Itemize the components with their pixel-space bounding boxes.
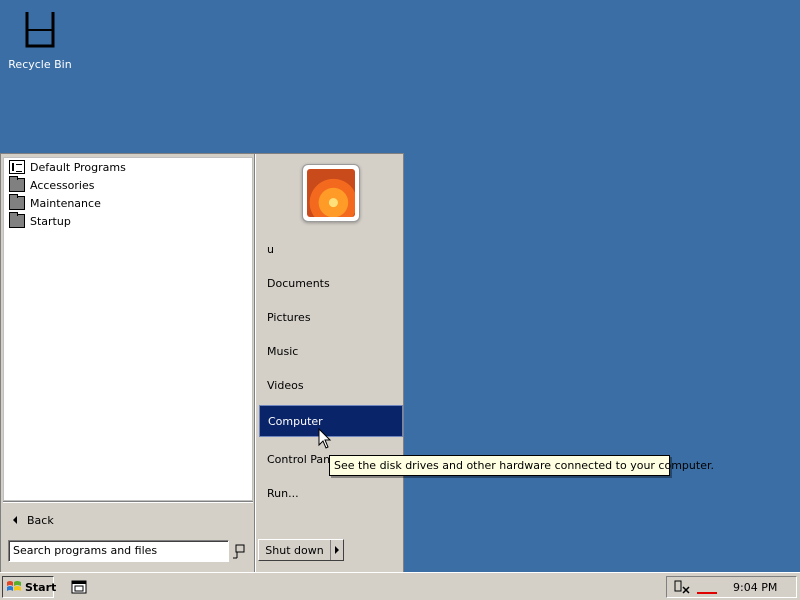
pane-separator bbox=[254, 154, 256, 573]
shutdown-button[interactable]: Shut down bbox=[258, 539, 344, 561]
back-arrow-icon bbox=[13, 516, 17, 524]
recycle-bin-icon bbox=[8, 8, 72, 52]
pictures-link[interactable]: Pictures bbox=[259, 301, 403, 333]
program-label: Maintenance bbox=[30, 196, 101, 210]
taskbar: Start 9:04 PM bbox=[0, 572, 800, 600]
start-button[interactable]: Start bbox=[2, 576, 57, 598]
videos-link[interactable]: Videos bbox=[259, 369, 403, 401]
volume-icon[interactable] bbox=[697, 580, 717, 594]
search-input[interactable]: Search programs and files bbox=[8, 540, 229, 562]
start-label: Start bbox=[25, 580, 57, 594]
right-item-label: Music bbox=[267, 344, 299, 358]
program-item-startup[interactable]: Startup bbox=[4, 212, 252, 230]
mouse-cursor-icon bbox=[318, 427, 332, 453]
program-item-maintenance[interactable]: Maintenance bbox=[4, 194, 252, 212]
back-button[interactable]: Back bbox=[3, 505, 253, 535]
show-desktop-icon[interactable] bbox=[70, 578, 88, 596]
folder-icon bbox=[9, 194, 25, 210]
search-placeholder: Search programs and files bbox=[13, 544, 158, 557]
windows-logo-icon bbox=[6, 580, 22, 594]
desktop-icon-recycle-bin[interactable]: Recycle Bin bbox=[8, 8, 72, 71]
program-label: Startup bbox=[30, 214, 71, 228]
back-label: Back bbox=[27, 513, 54, 527]
user-folder-link[interactable]: u bbox=[259, 233, 403, 265]
programs-list: Default Programs Accessories Maintenance… bbox=[3, 157, 253, 501]
search-icon[interactable] bbox=[232, 543, 246, 559]
right-item-label: Documents bbox=[267, 276, 330, 290]
start-menu: Default Programs Accessories Maintenance… bbox=[0, 153, 404, 573]
program-label: Default Programs bbox=[30, 160, 126, 174]
run-link[interactable]: Run... bbox=[259, 477, 403, 509]
program-item-accessories[interactable]: Accessories bbox=[4, 176, 252, 194]
right-item-label: Computer bbox=[268, 414, 323, 428]
right-item-label: Videos bbox=[267, 378, 304, 392]
chevron-right-icon bbox=[335, 546, 339, 554]
shutdown-options-button[interactable] bbox=[331, 540, 343, 560]
divider bbox=[3, 501, 253, 503]
folder-icon bbox=[9, 176, 25, 192]
right-item-label: Pictures bbox=[267, 310, 311, 324]
user-avatar[interactable] bbox=[302, 164, 360, 222]
music-link[interactable]: Music bbox=[259, 335, 403, 367]
folder-icon bbox=[9, 212, 25, 228]
program-item-default-programs[interactable]: Default Programs bbox=[4, 158, 252, 176]
desktop-icon-label: Recycle Bin bbox=[8, 58, 72, 71]
tooltip: See the disk drives and other hardware c… bbox=[329, 455, 714, 476]
documents-link[interactable]: Documents bbox=[259, 267, 403, 299]
flower-picture-icon bbox=[307, 169, 355, 217]
network-icon[interactable] bbox=[673, 579, 691, 595]
program-label: Accessories bbox=[30, 178, 95, 192]
system-tray: 9:04 PM bbox=[666, 576, 797, 598]
default-programs-icon bbox=[9, 160, 25, 174]
shutdown-label: Shut down bbox=[259, 540, 331, 560]
right-item-label: Run... bbox=[267, 486, 299, 500]
clock[interactable]: 9:04 PM bbox=[733, 581, 777, 594]
user-name-label: u bbox=[267, 242, 274, 256]
